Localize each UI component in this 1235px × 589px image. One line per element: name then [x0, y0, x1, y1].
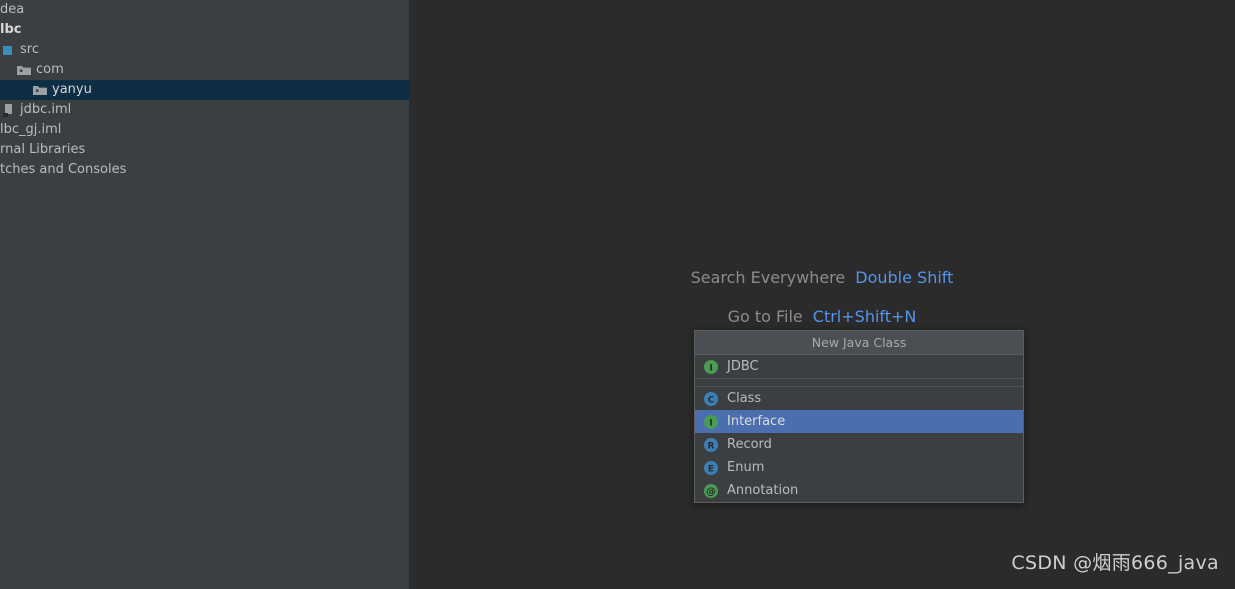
- shortcut-hint-key: Ctrl+Shift+N: [812, 307, 917, 326]
- tree-item-label: tches and Consoles: [0, 162, 127, 177]
- annotation-icon: @: [703, 483, 719, 499]
- tree-row[interactable]: lbc: [0, 20, 409, 40]
- menu-separator: [695, 378, 1023, 387]
- interface-icon: I: [703, 359, 719, 375]
- project-tool-window[interactable]: dea lbc src com yanyu jdbc.iml lbc_gj.imlrnal …: [0, 0, 409, 589]
- menu-item[interactable]: I Interface: [695, 410, 1023, 433]
- popup-menu-list[interactable]: I JDBC C Class I Interface R Record E Enum @ Annota…: [695, 355, 1023, 502]
- shortcut-hint-name: Go to File: [727, 307, 803, 326]
- menu-item-label: Annotation: [727, 483, 799, 498]
- shortcut-hint-row: Search Everywhere Double Shift: [409, 268, 1235, 307]
- enum-icon: E: [703, 460, 719, 476]
- menu-item-label: Class: [727, 391, 762, 406]
- tree-item-label: dea: [0, 2, 25, 17]
- svg-text:R: R: [708, 441, 715, 451]
- menu-item[interactable]: I JDBC: [695, 355, 1023, 378]
- module-file-icon: [0, 102, 16, 118]
- interface-icon: I: [703, 414, 719, 430]
- menu-item[interactable]: C Class: [695, 387, 1023, 410]
- popup-title: New Java Class: [695, 331, 1023, 355]
- watermark-text: CSDN @烟雨666_java: [1011, 552, 1219, 574]
- tree-item-label: com: [36, 62, 64, 77]
- menu-item-label: Record: [727, 437, 772, 452]
- svg-text:C: C: [708, 395, 715, 405]
- ide-window: Search Everywhere Double Shift Go to File C…: [0, 0, 1235, 589]
- svg-text:E: E: [708, 464, 714, 474]
- tree-row[interactable]: tches and Consoles: [0, 160, 409, 180]
- tree-row[interactable]: dea: [0, 0, 409, 20]
- tree-row[interactable]: rnal Libraries: [0, 140, 409, 160]
- tree-row[interactable]: yanyu: [0, 80, 409, 100]
- source-root-icon: [0, 42, 16, 58]
- shortcut-hint-key: Double Shift: [855, 268, 954, 287]
- svg-text:I: I: [709, 418, 712, 428]
- shortcut-hint-name: Search Everywhere: [690, 268, 846, 287]
- tree-row[interactable]: jdbc.iml: [0, 100, 409, 120]
- menu-item[interactable]: R Record: [695, 433, 1023, 456]
- folder-icon: [16, 62, 32, 78]
- tree-row[interactable]: lbc_gj.iml: [0, 120, 409, 140]
- tree-item-label: jdbc.iml: [20, 102, 72, 117]
- tree-item-label: lbc: [0, 22, 22, 37]
- new-java-class-popup[interactable]: New Java Class I JDBC C Class I Interface R Rec…: [694, 330, 1024, 503]
- tree-item-label: yanyu: [52, 82, 92, 97]
- tree-item-label: lbc_gj.iml: [0, 122, 62, 137]
- menu-item[interactable]: @ Annotation: [695, 479, 1023, 502]
- svg-text:I: I: [709, 363, 712, 373]
- tree-row[interactable]: src: [0, 40, 409, 60]
- class-icon: C: [703, 391, 719, 407]
- menu-item[interactable]: E Enum: [695, 456, 1023, 479]
- menu-item-label: Enum: [727, 460, 765, 475]
- tree-row[interactable]: com: [0, 60, 409, 80]
- folder-icon: [32, 82, 48, 98]
- tree-item-label: src: [20, 42, 39, 57]
- menu-item-label: Interface: [727, 414, 786, 429]
- svg-text:@: @: [706, 486, 716, 497]
- tree-item-label: rnal Libraries: [0, 142, 86, 157]
- record-icon: R: [703, 437, 719, 453]
- project-tree[interactable]: dea lbc src com yanyu jdbc.iml lbc_gj.imlrnal …: [0, 0, 409, 180]
- menu-item-label: JDBC: [727, 359, 759, 374]
